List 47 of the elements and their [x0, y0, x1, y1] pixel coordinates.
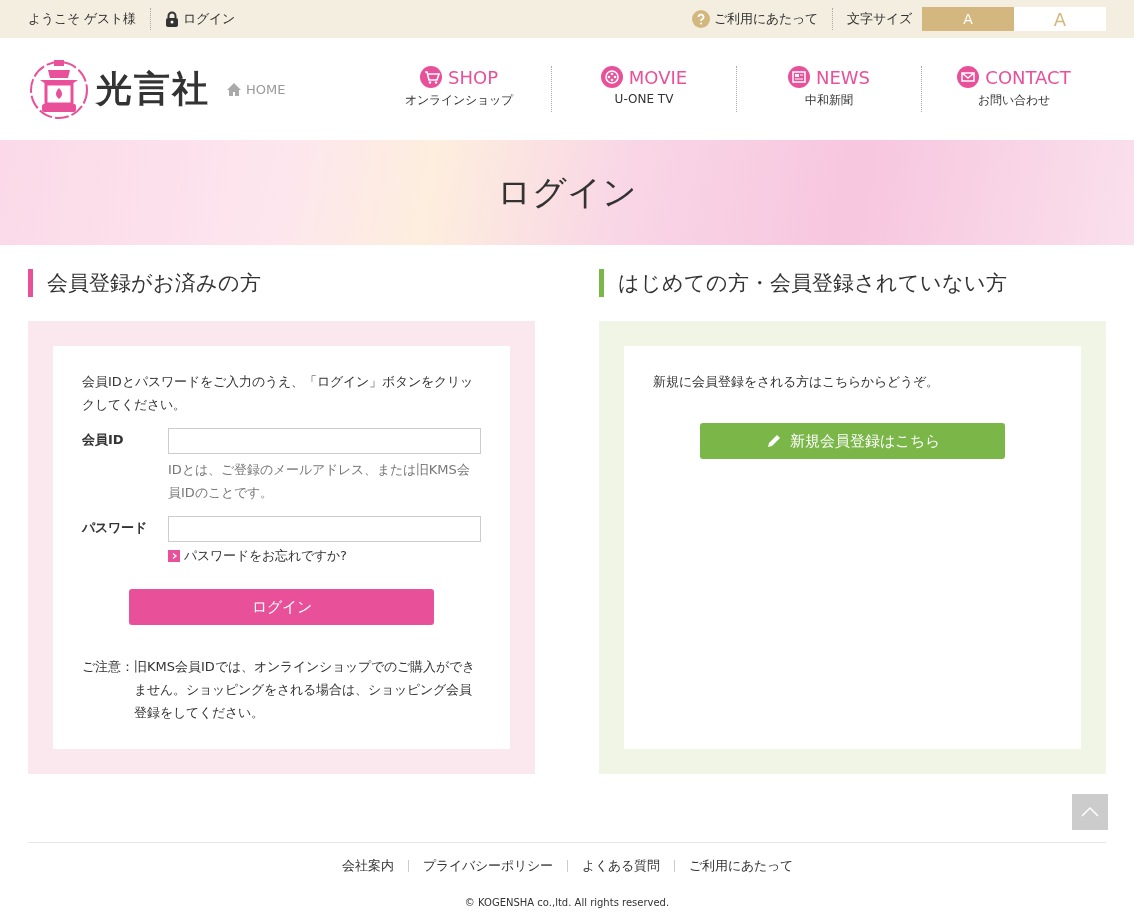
font-size-label: 文字サイズ — [847, 10, 912, 28]
cart-icon — [420, 66, 442, 88]
input-field[interactable] — [168, 428, 481, 454]
section-heading: 会員登録がお済みの方 — [28, 269, 535, 297]
nav-subtitle: オンラインショップ — [405, 92, 513, 109]
footer-link[interactable]: ご利用にあたって — [688, 857, 793, 875]
footer-link[interactable]: プライバシーポリシー — [422, 857, 553, 875]
logo-text: 光言社 — [96, 66, 210, 111]
nav-label: SHOP — [448, 66, 498, 88]
nav-link[interactable]: SHOP オンラインショップ — [367, 66, 551, 112]
back-to-top-button[interactable] — [1072, 794, 1108, 830]
copyright-text: © KOGENSHA co.,ltd. All rights reserved. — [464, 897, 670, 908]
footer-link[interactable]: よくある質問 — [581, 857, 660, 875]
help-icon — [692, 10, 710, 28]
nav-subtitle: お問い合わせ — [978, 92, 1050, 109]
lamp-logo-icon — [28, 58, 90, 120]
nav-label: NEWS — [815, 66, 871, 88]
note-label: ご注意： — [82, 658, 134, 676]
welcome-text: ようこそ ゲスト様 — [28, 10, 137, 28]
lock-icon — [165, 11, 180, 27]
field-hint: IDとは、ご登録のメールアドレス、または旧KMS会員IDのことです。 — [168, 461, 471, 502]
pencil-icon — [765, 433, 782, 449]
nav-subtitle: 中和新聞 — [805, 92, 853, 109]
section-heading: はじめての方・会員登録されていない方 — [599, 269, 1106, 297]
nav-subtitle: U-ONE TV — [614, 92, 674, 106]
nav-label: CONTACT — [985, 66, 1071, 88]
nav-label: MOVIE — [628, 66, 688, 88]
film-reel-icon — [600, 66, 623, 88]
guide-link[interactable]: ご利用にあたって — [692, 10, 818, 28]
field-label: 会員ID — [82, 431, 125, 449]
intro-text: 新規に会員登録をされる方はこちらからどうぞ。 — [653, 373, 940, 391]
envelope-icon — [957, 66, 980, 88]
page-title: ログイン — [497, 170, 637, 214]
note-text: 旧KMS会員IDでは、オンラインショップでのご購入ができません。ショッピングをされる場合は、ショッピング会員登録をしてください。 — [134, 658, 476, 722]
nav-link[interactable]: NEWS 中和新聞 — [737, 66, 921, 112]
login-link[interactable]: ログイン — [165, 10, 236, 28]
intro-text: 会員IDとパスワードをご入力のうえ、「ログイン」ボタンをクリックしてください。 — [82, 373, 474, 414]
footer-link[interactable]: 会社案内 — [341, 857, 394, 875]
chevron-icon — [168, 549, 180, 562]
nav-link[interactable]: MOVIE U-ONE TV — [552, 66, 736, 112]
input-field[interactable] — [168, 516, 481, 542]
newspaper-icon — [787, 66, 810, 88]
chevron-up-icon — [1080, 806, 1100, 818]
field-label: パスワード — [82, 519, 148, 537]
forgot-password-link[interactable]: パスワードをお忘れですか? — [168, 544, 481, 567]
home-icon — [226, 81, 242, 97]
nav-link[interactable]: CONTACT お問い合わせ — [922, 66, 1106, 112]
